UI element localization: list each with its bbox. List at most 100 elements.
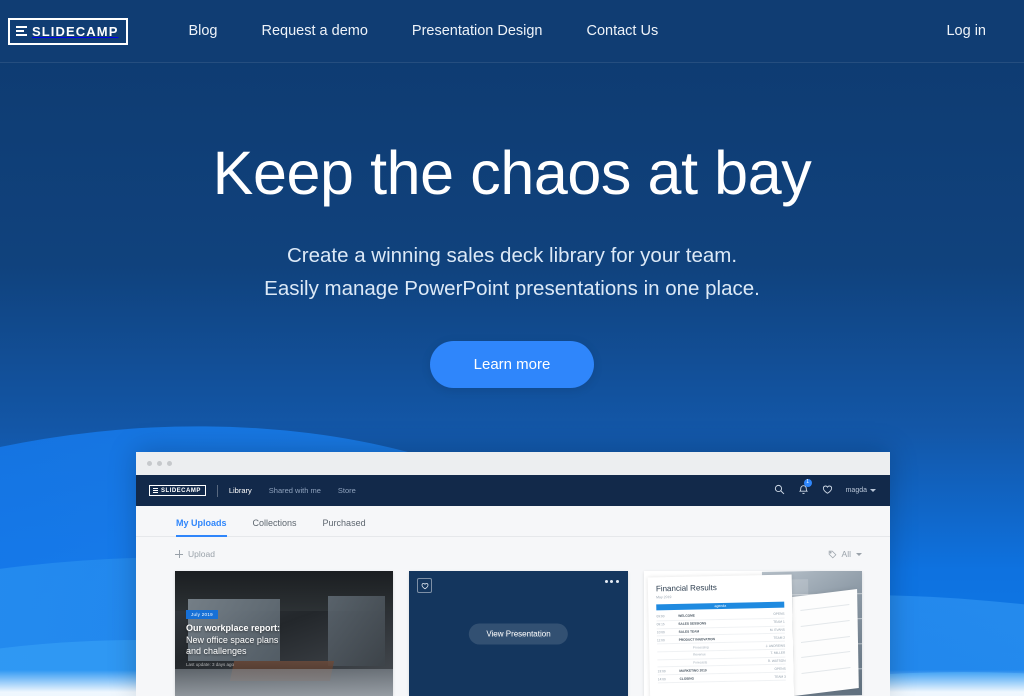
window-dot-3 — [167, 461, 172, 466]
app-top-nav: SLIDECAMP Library Shared with me Store 1 — [136, 475, 890, 506]
deck-card-financial-results[interactable]: Financial Results May 2019 agenda 09:00 … — [643, 571, 862, 696]
row-owner: OPENS — [772, 612, 785, 617]
app-logo[interactable]: SLIDECAMP — [149, 485, 206, 496]
row-time: 13:00 — [657, 669, 666, 674]
row-name: PRODUCT INNOVATION — [678, 636, 715, 642]
app-nav-store[interactable]: Store — [338, 486, 356, 495]
primary-nav-links: Blog Request a demo Presentation Design … — [166, 15, 680, 47]
nav-link-contact-us[interactable]: Contact Us — [564, 15, 680, 47]
app-nav-links: Library Shared with me Store — [229, 486, 356, 495]
row-name: Processing — [692, 644, 709, 650]
slide-content-sheet: Financial Results May 2019 agenda 09:00 … — [647, 574, 795, 696]
card-date-badge: July 2019 — [186, 610, 218, 619]
row-name: Revenue — [692, 652, 706, 657]
app-nav-divider — [216, 484, 218, 497]
card-menu-button[interactable] — [604, 580, 619, 583]
photo-floor — [175, 668, 394, 696]
nav-link-presentation-design[interactable]: Presentation Design — [390, 15, 565, 47]
row-name: Forecasts — [692, 660, 707, 665]
plus-icon — [175, 550, 183, 558]
filter-label: All — [841, 549, 851, 559]
site-logo[interactable]: SLIDECAMP — [8, 17, 129, 45]
filter-dropdown[interactable]: All — [828, 549, 862, 559]
view-presentation-button[interactable]: View Presentation — [469, 623, 568, 644]
upload-button[interactable]: Upload — [175, 549, 215, 559]
app-hamburger-bars-icon — [153, 488, 158, 493]
row-owner: M. EVANS — [769, 627, 785, 632]
card-hover-overlay: Sales Report Q3 View Presentation — [409, 571, 627, 696]
row-owner: T. MILLER — [770, 650, 786, 656]
heart-icon[interactable] — [822, 482, 833, 500]
card-meta: Last update: 3 days ago — [186, 661, 235, 667]
row-owner: TEAM 2 — [773, 635, 785, 640]
top-navigation-bar: SLIDECAMP Blog Request a demo Presentati… — [0, 0, 1024, 63]
ellipsis-icon-dot-1 — [604, 580, 608, 583]
hamburger-bars-icon — [16, 26, 27, 36]
row-owner: TEAM 3 — [773, 674, 786, 679]
slide-agenda-table: 09:00 WELCOME OPENS 09:15 SALES SESSIONS… — [656, 610, 786, 684]
search-icon[interactable] — [774, 482, 785, 500]
filter-chevron-down-icon — [856, 552, 862, 556]
user-menu[interactable]: magda — [846, 487, 876, 494]
hero-subtitle-line-2: Easily manage PowerPoint presentations i… — [264, 277, 760, 301]
nav-link-blog[interactable]: Blog — [166, 15, 239, 47]
slide-title: Financial Results — [655, 583, 717, 594]
row-owner: TEAM 1 — [772, 619, 785, 625]
card-subtitle-line-1: New office space plans — [186, 634, 279, 645]
card-title-main: Our workplace report: — [186, 623, 281, 633]
heart-icon — [421, 582, 429, 589]
app-nav-right-group: 1 magda — [774, 478, 876, 500]
app-nav-library[interactable]: Library — [229, 486, 252, 495]
row-owner: R. WATSON — [767, 658, 786, 664]
row-name: MARKETING 2019 — [678, 668, 707, 673]
favorite-button[interactable] — [417, 578, 433, 593]
row-time: 14:00 — [657, 676, 666, 681]
row-name: SALES TEAM — [678, 629, 699, 634]
hero-subtitle-line-1: Create a winning sales deck library for … — [286, 244, 738, 268]
upload-label: Upload — [188, 549, 215, 559]
slide-subtitle: May 2019 — [655, 595, 672, 600]
row-name: WELCOME — [677, 613, 695, 619]
slide-section-label: agenda — [655, 601, 785, 611]
logo-text: SLIDECAMP — [32, 23, 119, 39]
nav-link-request-a-demo[interactable]: Request a demo — [240, 15, 390, 47]
row-time: 09:00 — [656, 614, 665, 619]
app-tab-bar: My Uploads Collections Purchased — [136, 506, 890, 537]
tag-icon — [828, 550, 836, 558]
login-link[interactable]: Log in — [944, 15, 988, 47]
app-nav-shared-with-me[interactable]: Shared with me — [269, 486, 321, 495]
app-logo-text: SLIDECAMP — [161, 487, 201, 494]
window-dot-1 — [147, 461, 152, 466]
hero-title: Keep the chaos at bay — [212, 139, 812, 207]
slide-stack-pages — [791, 588, 859, 696]
hero-cta-wrapper: Learn more — [0, 341, 1024, 389]
ellipsis-icon-dot-2 — [610, 580, 614, 583]
ellipsis-icon-dot-3 — [615, 580, 619, 583]
row-time: 10:00 — [656, 630, 665, 635]
app-screenshot-mockup: SLIDECAMP Library Shared with me Store 1 — [136, 452, 890, 696]
row-name: CLOSING — [679, 676, 694, 681]
browser-window-chrome — [136, 452, 890, 475]
row-owner: J. ANDREWS — [765, 643, 785, 648]
app-toolbar: Upload All — [136, 537, 890, 571]
tab-purchased[interactable]: Purchased — [323, 518, 366, 536]
bell-icon[interactable]: 1 — [798, 478, 812, 500]
tab-my-uploads[interactable]: My Uploads — [176, 518, 227, 537]
deck-card-workplace-report[interactable]: July 2019 Our workplace report: New offi… — [175, 571, 394, 696]
card-subtitle-line-2: and challenges — [186, 646, 247, 657]
card-title: Our workplace report: New office space p… — [186, 623, 363, 658]
row-owner: OPENS — [774, 666, 786, 671]
learn-more-button[interactable]: Learn more — [429, 341, 595, 389]
tab-collections[interactable]: Collections — [253, 518, 297, 536]
hero-subtitle: Create a winning sales deck library for … — [0, 239, 1024, 305]
card-text-overlay: July 2019 Our workplace report: New offi… — [186, 603, 363, 667]
nav-right-group: Log in — [944, 22, 988, 40]
chevron-down-icon — [870, 489, 876, 492]
hero-section: Keep the chaos at bay Create a winning s… — [0, 63, 1024, 389]
window-dot-2 — [157, 461, 162, 466]
row-name: SALES SESSIONS — [678, 621, 706, 627]
table-row: 14:00 CLOSING TEAM 3 — [657, 672, 786, 684]
notification-badge: 1 — [803, 478, 812, 487]
deck-card-grid: July 2019 Our workplace report: New offi… — [136, 571, 890, 696]
deck-card-hover-state[interactable]: Sales Report Q3 View Presentation — [409, 571, 628, 696]
